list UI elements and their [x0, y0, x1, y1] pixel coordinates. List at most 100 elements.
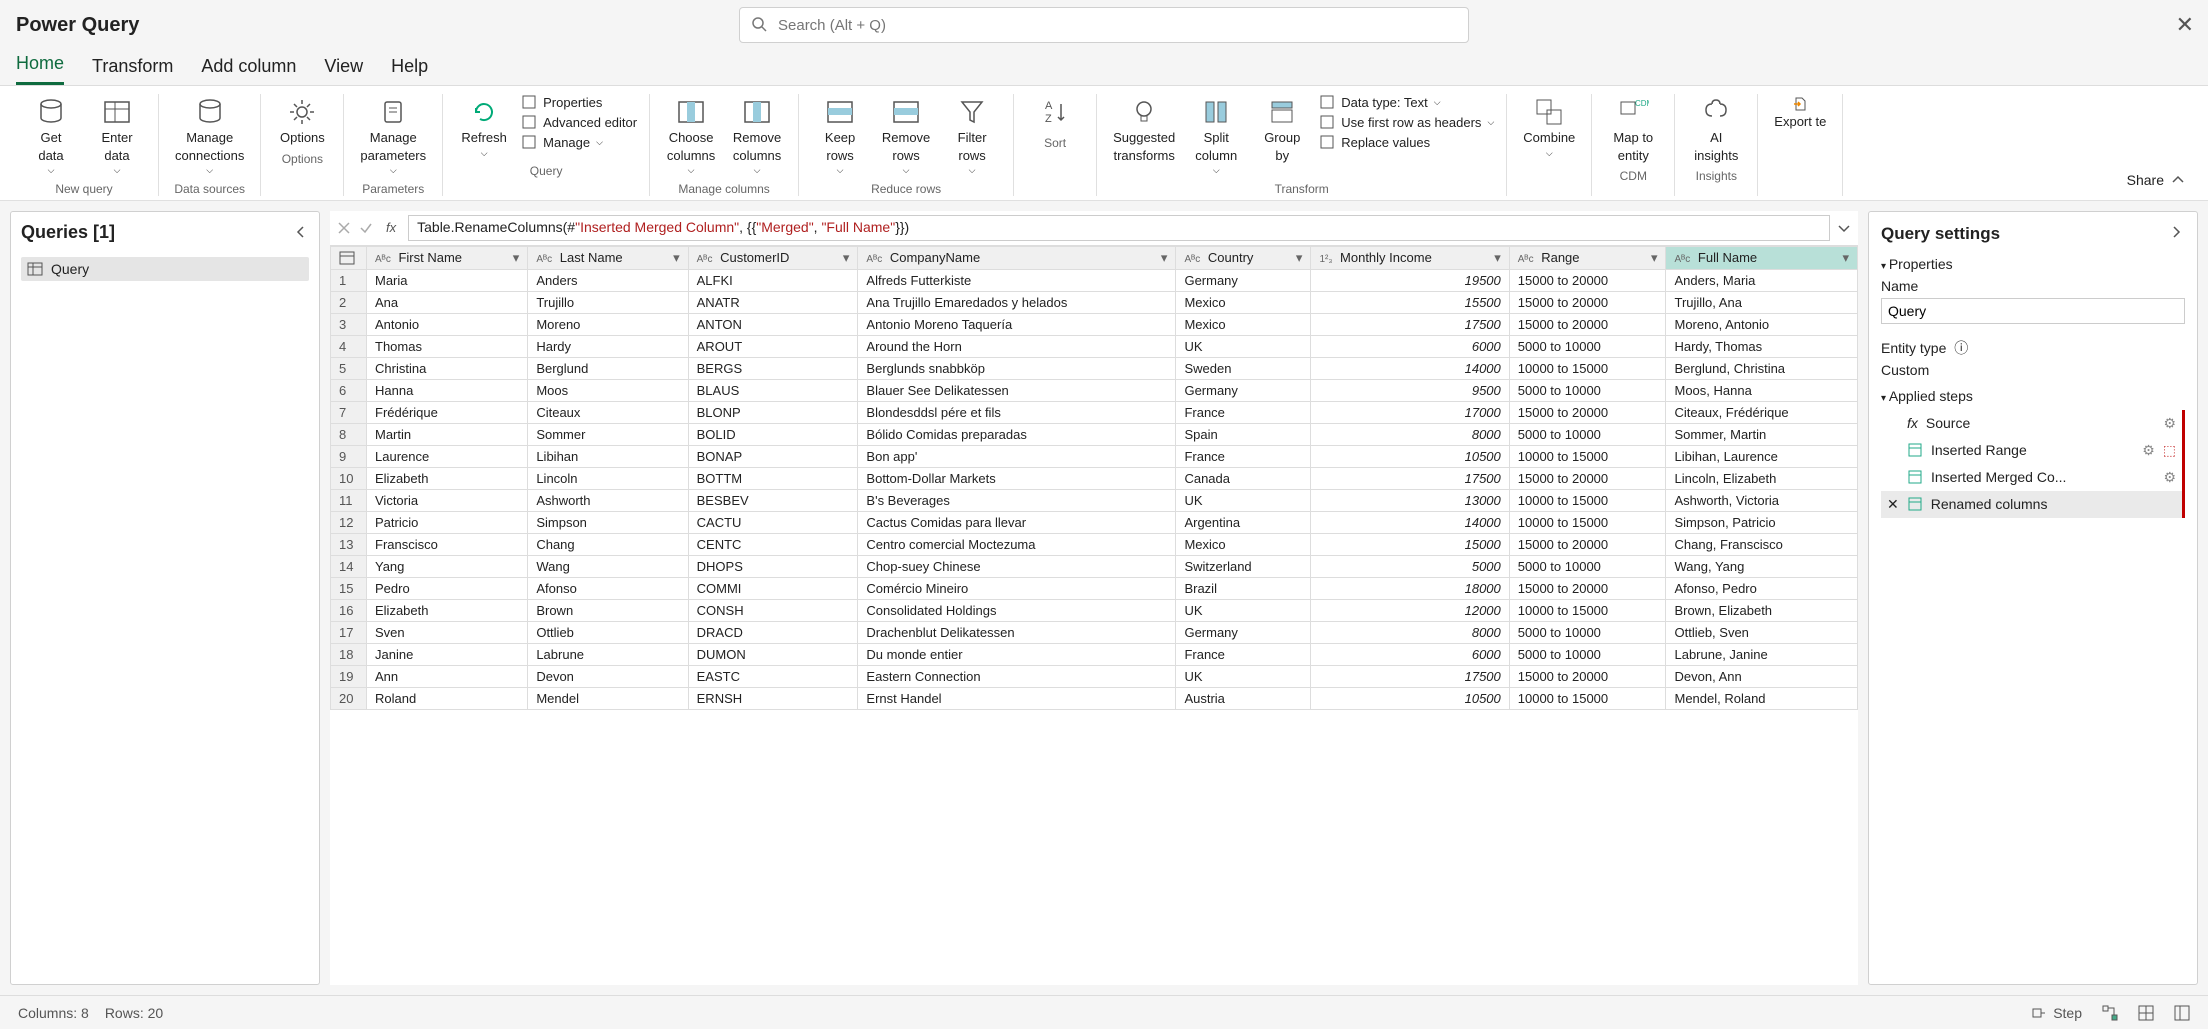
- ribbon-use-first-row-as-headers[interactable]: Use first row as headers ⌵: [1319, 114, 1494, 130]
- ribbon-tabs: Home Transform Add column View Help: [0, 50, 2208, 86]
- table-row[interactable]: 1MariaAndersALFKIAlfreds FutterkisteGerm…: [331, 269, 1858, 291]
- formula-input[interactable]: Table.RenameColumns(#"Inserted Merged Co…: [408, 215, 1830, 241]
- table-row[interactable]: 2AnaTrujilloANATRAna Trujillo Emaredados…: [331, 291, 1858, 313]
- properties-section[interactable]: Properties: [1881, 256, 2185, 272]
- expand-settings-icon[interactable]: [2169, 224, 2185, 244]
- info-icon[interactable]: ⓘ: [1954, 340, 1968, 356]
- table-row[interactable]: 8MartinSommerBOLIDBólido Comidas prepara…: [331, 423, 1858, 445]
- filter-icon[interactable]: ▾: [1651, 250, 1658, 266]
- delete-step-icon[interactable]: ✕: [1887, 496, 1899, 513]
- table-row[interactable]: 12PatricioSimpsonCACTUCactus Comidas par…: [331, 511, 1858, 533]
- filter-icon[interactable]: ▾: [1494, 250, 1501, 266]
- table-row[interactable]: 11VictoriaAshworthBESBEVB's BeveragesUK1…: [331, 489, 1858, 511]
- diagram-view-icon[interactable]: [2102, 1005, 2118, 1021]
- table-row[interactable]: 13FransciscoChangCENTCCentro comercial M…: [331, 533, 1858, 555]
- ribbon-suggested-transforms[interactable]: Suggestedtransforms: [1109, 94, 1179, 165]
- collapse-icon[interactable]: [293, 224, 309, 240]
- gear-icon[interactable]: ⚙: [2142, 442, 2155, 459]
- ribbon-properties[interactable]: Properties: [521, 94, 602, 110]
- expand-formula-icon[interactable]: [1836, 220, 1852, 236]
- filter-icon[interactable]: ▾: [1161, 250, 1168, 266]
- column-header-companyname[interactable]: Aᴮc CompanyName▾: [858, 246, 1176, 269]
- ribbon-keep-rows[interactable]: Keeprows⌵: [811, 94, 869, 178]
- warning-icon[interactable]: ⬚: [2163, 442, 2176, 459]
- ribbon-replace-values[interactable]: Replace values: [1319, 134, 1430, 150]
- ribbon-get-data[interactable]: Getdata⌵: [22, 94, 80, 178]
- cancel-icon[interactable]: [336, 220, 352, 236]
- query-name-input[interactable]: [1881, 298, 2185, 324]
- ribbon-[interactable]: AZ: [1026, 94, 1084, 132]
- filter-icon[interactable]: ▾: [673, 250, 680, 266]
- table-row[interactable]: 20RolandMendelERNSHErnst HandelAustria10…: [331, 687, 1858, 709]
- close-icon[interactable]: ✕: [2176, 12, 2194, 38]
- table-row[interactable]: 17SvenOttliebDRACDDrachenblut Delikatess…: [331, 621, 1858, 643]
- step-renamed-columns[interactable]: ✕Renamed columns: [1881, 491, 2182, 518]
- ribbon-group-Query: Refresh⌵ Properties Advanced editor Manage …: [443, 94, 650, 196]
- column-header-range[interactable]: Aᴮc Range▾: [1509, 246, 1666, 269]
- table-row[interactable]: 6HannaMoosBLAUSBlauer See DelikatessenGe…: [331, 379, 1858, 401]
- ribbon-ai-insights[interactable]: AIinsights: [1687, 94, 1745, 165]
- split-view-icon[interactable]: [2174, 1005, 2190, 1021]
- column-header-full-name[interactable]: Aᴮc Full Name▾: [1666, 246, 1858, 269]
- data-grid[interactable]: Aᴮc First Name▾Aᴮc Last Name▾Aᴮc Custome…: [330, 246, 1858, 985]
- column-header-first-name[interactable]: Aᴮc First Name▾: [367, 246, 528, 269]
- filter-icon[interactable]: ▾: [843, 250, 850, 266]
- search-input[interactable]: [739, 7, 1469, 43]
- table-icon[interactable]: [339, 250, 355, 266]
- filter-icon[interactable]: ▾: [513, 250, 520, 266]
- tab-help[interactable]: Help: [391, 56, 428, 85]
- filter-icon[interactable]: ▾: [1842, 250, 1849, 266]
- step-inserted-range[interactable]: Inserted Range⚙⬚: [1881, 437, 2182, 464]
- ribbon-choose-columns[interactable]: Choosecolumns⌵: [662, 94, 720, 178]
- table-row[interactable]: 18JanineLabruneDUMONDu monde entierFranc…: [331, 643, 1858, 665]
- table-row[interactable]: 5ChristinaBerglundBERGSBerglunds snabbkö…: [331, 357, 1858, 379]
- query-item[interactable]: Query: [21, 257, 309, 281]
- ribbon-refresh[interactable]: Refresh⌵: [455, 94, 513, 160]
- ribbon-enter-data[interactable]: Enterdata⌵: [88, 94, 146, 178]
- column-header-monthly-income[interactable]: 1²₃ Monthly Income▾: [1311, 246, 1509, 269]
- formula-bar: fx Table.RenameColumns(#"Inserted Merged…: [330, 211, 1858, 246]
- gear-icon[interactable]: ⚙: [2163, 415, 2176, 432]
- ribbon-manage-parameters[interactable]: Manageparameters⌵: [356, 94, 430, 178]
- table-row[interactable]: 4ThomasHardyAROUTAround the HornUK600050…: [331, 335, 1858, 357]
- applied-steps-section[interactable]: Applied steps: [1881, 388, 2185, 404]
- table-row[interactable]: 15PedroAfonsoCOMMIComércio MineiroBrazil…: [331, 577, 1858, 599]
- ribbon-advanced-editor[interactable]: Advanced editor: [521, 114, 637, 130]
- tab-home[interactable]: Home: [16, 53, 64, 85]
- tab-view[interactable]: View: [324, 56, 363, 85]
- ribbon-remove-columns[interactable]: Removecolumns⌵: [728, 94, 786, 178]
- ribbon-group-by[interactable]: Groupby: [1253, 94, 1311, 165]
- ribbon-options[interactable]: Options: [273, 94, 331, 148]
- ribbon-data-type-text[interactable]: Data type: Text ⌵: [1319, 94, 1440, 110]
- ribbon-export-te[interactable]: Export te: [1770, 94, 1830, 132]
- column-header-country[interactable]: Aᴮc Country▾: [1176, 246, 1311, 269]
- fx-icon[interactable]: fx: [380, 220, 402, 235]
- status-rows: Rows: 20: [105, 1005, 163, 1021]
- step-indicator[interactable]: Step: [2031, 1005, 2082, 1021]
- share-button[interactable]: Share: [2115, 94, 2198, 196]
- column-header-customerid[interactable]: Aᴮc CustomerID▾: [688, 246, 858, 269]
- table-row[interactable]: 9LaurenceLibihanBONAPBon app'France10500…: [331, 445, 1858, 467]
- ribbon-filter-rows[interactable]: Filterrows⌵: [943, 94, 1001, 178]
- grid-view-icon[interactable]: [2138, 1005, 2154, 1021]
- step-source[interactable]: fxSource⚙: [1881, 410, 2182, 437]
- ribbon-map-to-entity[interactable]: CDMMap toentity: [1604, 94, 1662, 165]
- ribbon-combine[interactable]: Combine⌵: [1519, 94, 1579, 160]
- table-row[interactable]: 14YangWangDHOPSChop-suey ChineseSwitzerl…: [331, 555, 1858, 577]
- table-row[interactable]: 7FrédériqueCiteauxBLONPBlondesddsl pére …: [331, 401, 1858, 423]
- table-row[interactable]: 16ElizabethBrownCONSHConsolidated Holdin…: [331, 599, 1858, 621]
- ribbon-split-column[interactable]: Splitcolumn⌵: [1187, 94, 1245, 178]
- filter-icon[interactable]: ▾: [1296, 250, 1303, 266]
- column-header-last-name[interactable]: Aᴮc Last Name▾: [528, 246, 688, 269]
- step-inserted-merged-co-[interactable]: Inserted Merged Co...⚙: [1881, 464, 2182, 491]
- ribbon-manage[interactable]: Manage ⌵: [521, 134, 603, 150]
- ribbon-remove-rows[interactable]: Removerows⌵: [877, 94, 935, 178]
- table-row[interactable]: 3AntonioMorenoANTONAntonio Moreno Taquer…: [331, 313, 1858, 335]
- gear-icon[interactable]: ⚙: [2163, 469, 2176, 486]
- ribbon-manage-connections[interactable]: Manageconnections⌵: [171, 94, 248, 178]
- commit-icon[interactable]: [358, 220, 374, 236]
- tab-transform[interactable]: Transform: [92, 56, 173, 85]
- table-row[interactable]: 10ElizabethLincolnBOTTMBottom-Dollar Mar…: [331, 467, 1858, 489]
- table-row[interactable]: 19AnnDevonEASTCEastern ConnectionUK17500…: [331, 665, 1858, 687]
- tab-add-column[interactable]: Add column: [201, 56, 296, 85]
